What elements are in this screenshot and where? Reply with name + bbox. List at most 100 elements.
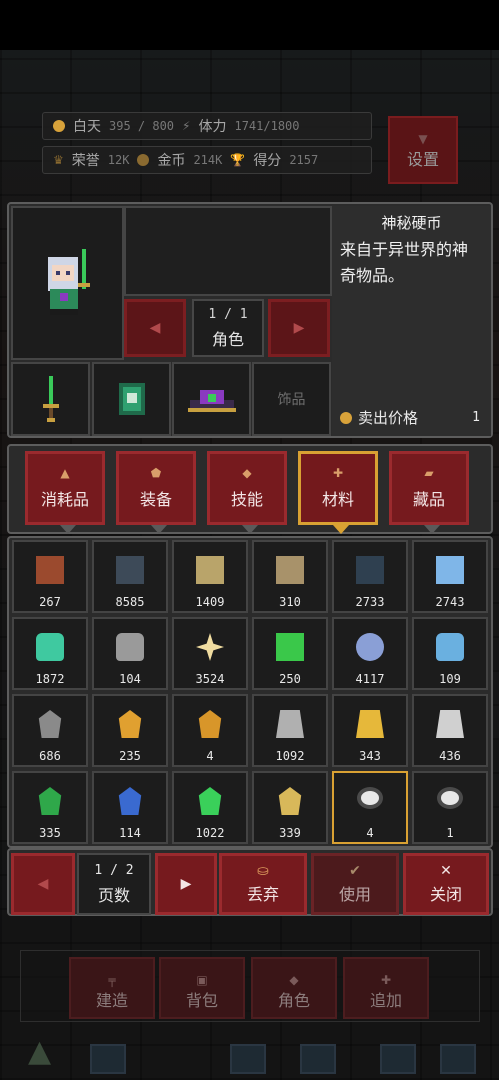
- item-name: 神秘硬币: [381, 214, 442, 232]
- tab-equipment[interactable]: ⬟ 装备: [116, 451, 196, 534]
- item-slot[interactable]: 343: [332, 694, 408, 767]
- use-label: 使用: [338, 885, 371, 904]
- item-slot[interactable]: 339: [252, 771, 328, 844]
- equip-slot-armor[interactable]: [92, 362, 171, 436]
- item-count: 109: [439, 672, 461, 686]
- building-icon: [90, 1044, 126, 1074]
- item-slot[interactable]: 2733: [332, 540, 408, 613]
- bg-nav-label: 建造: [95, 991, 128, 1010]
- silver-chip-icon: [436, 710, 464, 738]
- building-icon: [230, 1044, 266, 1074]
- item-slot[interactable]: 1092: [252, 694, 328, 767]
- building-icon: [380, 1044, 416, 1074]
- background-buildings: ▲: [0, 1034, 499, 1080]
- tab-pointer-icon: [242, 525, 258, 534]
- character-pager-display: 1 / 1 角色: [192, 299, 264, 357]
- item-slot[interactable]: 2743: [412, 540, 488, 613]
- day-value: 395 / 800: [109, 119, 175, 133]
- close-label: 关闭: [429, 885, 462, 904]
- item-slot[interactable]: 4: [172, 694, 248, 767]
- gear-icon: [356, 633, 384, 661]
- discard-button[interactable]: ⛀ 丢弃: [219, 853, 307, 915]
- item-slot[interactable]: 4117: [332, 617, 408, 690]
- status-bar: [0, 0, 499, 50]
- tab-pointer-icon: [424, 525, 440, 534]
- item-count: 250: [279, 672, 301, 686]
- green-armor-icon: [118, 383, 145, 415]
- honor-label: 荣誉: [71, 153, 100, 169]
- triangle-right-icon: ▶: [293, 320, 305, 336]
- item-slot[interactable]: 114: [92, 771, 168, 844]
- tab-materials[interactable]: ✚ 材料: [298, 451, 378, 534]
- character-portrait[interactable]: [11, 206, 124, 360]
- item-slot[interactable]: 686: [12, 694, 88, 767]
- equip-slot-accessory[interactable]: 饰品: [252, 362, 331, 436]
- bg-nav-label: 角色: [277, 991, 310, 1010]
- item-count: 4117: [355, 672, 385, 686]
- item-slot[interactable]: 335: [12, 771, 88, 844]
- tab-collections[interactable]: ▰ 藏品: [389, 451, 469, 534]
- item-count: 2743: [435, 595, 465, 609]
- bg-nav-bag: ▣ 背包: [159, 957, 245, 1019]
- character-next-button[interactable]: ▶: [268, 299, 330, 357]
- equip-slot-helmet[interactable]: [172, 362, 251, 436]
- bg-nav-build: ╤ 建造: [69, 957, 155, 1019]
- settings-button[interactable]: ▼ 设置: [388, 116, 458, 184]
- item-slot[interactable]: 4: [332, 771, 408, 844]
- item-count: 1872: [35, 672, 65, 686]
- tab-pointer-icon: [60, 525, 76, 534]
- item-slot[interactable]: 104: [92, 617, 168, 690]
- tab-pointer-icon: [333, 525, 349, 534]
- item-count: 343: [359, 749, 381, 763]
- gray-box-icon: [116, 633, 144, 661]
- equip-slot-weapon[interactable]: [11, 362, 90, 436]
- item-slot[interactable]: 1: [412, 771, 488, 844]
- character-pager: ◀ 1 / 1 角色 ▶: [124, 296, 332, 360]
- item-slot[interactable]: 1022: [172, 771, 248, 844]
- gold-value: 214K: [193, 153, 223, 167]
- mystery-coin-icon: [357, 787, 383, 809]
- topaz-crystal-icon: [278, 787, 302, 815]
- character-prev-button[interactable]: ◀: [124, 299, 186, 357]
- item-count: 686: [39, 749, 61, 763]
- gold-ore-icon: [118, 710, 142, 738]
- score-value: 2157: [289, 153, 319, 167]
- item-slot[interactable]: 8585: [92, 540, 168, 613]
- page-prev-button[interactable]: ◀: [11, 853, 75, 915]
- bg-nav-label: 背包: [185, 991, 218, 1010]
- item-slot[interactable]: 250: [252, 617, 328, 690]
- use-button[interactable]: ✔ 使用: [311, 853, 399, 915]
- item-slot[interactable]: 310: [252, 540, 328, 613]
- settings-icon: ▼: [418, 132, 428, 146]
- sell-price-value: 1: [472, 410, 480, 425]
- item-count: 436: [439, 749, 461, 763]
- page-next-button[interactable]: ▶: [155, 853, 217, 915]
- item-slot[interactable]: 235: [92, 694, 168, 767]
- potion-icon: ▲: [60, 466, 70, 480]
- tab-label: 材料: [321, 490, 354, 509]
- item-count: 235: [119, 749, 141, 763]
- silver-ingot-icon: [276, 710, 304, 738]
- shield-icon: ◆: [289, 973, 299, 987]
- item-slot[interactable]: 1872: [12, 617, 88, 690]
- stamina-icon: ⚡: [182, 119, 191, 133]
- trophy-icon: 🏆: [230, 153, 246, 167]
- item-count: 8585: [115, 595, 145, 609]
- item-count: 1092: [275, 749, 305, 763]
- settings-label: 设置: [406, 150, 439, 169]
- tab-consumables[interactable]: ▲ 消耗品: [25, 451, 105, 534]
- item-slot[interactable]: 3524: [172, 617, 248, 690]
- item-slot[interactable]: 436: [412, 694, 488, 767]
- item-slot[interactable]: 1409: [172, 540, 248, 613]
- check-icon: ✔: [349, 863, 361, 879]
- close-button[interactable]: ✕ 关闭: [403, 853, 489, 915]
- stamina-label: 体力: [198, 119, 227, 135]
- tab-label: 装备: [139, 490, 172, 509]
- emerald-icon: [38, 787, 62, 815]
- item-slot[interactable]: 109: [412, 617, 488, 690]
- gold-ingot-icon: [356, 710, 384, 738]
- item-slot[interactable]: 267: [12, 540, 88, 613]
- tab-skills[interactable]: ◆ 技能: [207, 451, 287, 534]
- item-count: 3524: [195, 672, 225, 686]
- tab-label: 藏品: [412, 490, 445, 509]
